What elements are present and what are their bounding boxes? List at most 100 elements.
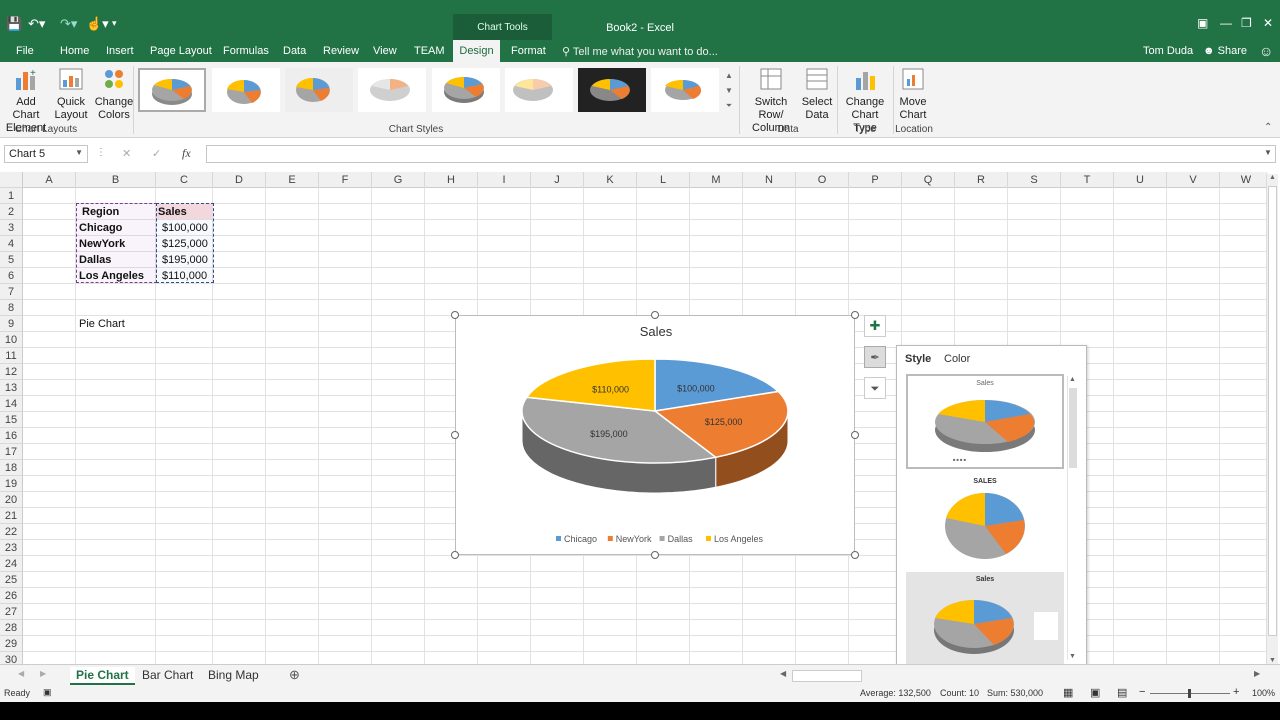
row-header-22[interactable]: 22 <box>0 524 23 540</box>
tab-format[interactable]: Format <box>511 45 546 57</box>
scroll-thumb[interactable] <box>1069 388 1077 468</box>
tab-formulas[interactable]: Formulas <box>223 45 269 57</box>
column-header-f[interactable]: F <box>319 172 372 188</box>
row-header-20[interactable]: 20 <box>0 492 23 508</box>
select-data-button[interactable]: Select Data <box>801 66 833 122</box>
panel-tab-color[interactable]: Color <box>944 353 970 365</box>
cancel-icon[interactable]: ✕ <box>122 147 131 160</box>
chart-style-4[interactable] <box>358 68 426 112</box>
legend-entry-los-angeles[interactable]: Los Angeles <box>714 534 764 544</box>
data-label-dallas[interactable]: $195,000 <box>590 429 628 439</box>
zoom-in-icon[interactable]: + <box>1233 686 1239 698</box>
chart-elements-button[interactable]: ✚ <box>864 315 886 337</box>
quick-layout-button[interactable]: Quick Layout <box>52 66 90 122</box>
chart-style-6[interactable] <box>505 68 573 112</box>
data-label-newyork[interactable]: $125,000 <box>705 417 743 427</box>
chart-styles-button[interactable]: ✒ <box>864 346 886 368</box>
tab-design[interactable]: Design <box>453 40 500 62</box>
column-header-i[interactable]: I <box>478 172 531 188</box>
style-option-3[interactable]: Sales <box>906 572 1064 667</box>
row-header-10[interactable]: 10 <box>0 332 23 348</box>
scroll-right-icon[interactable]: ▶ <box>1254 669 1260 678</box>
scroll-down-icon[interactable]: ▼ <box>725 86 733 95</box>
page-break-view-icon[interactable]: ▤ <box>1117 686 1127 699</box>
resize-handle[interactable] <box>451 551 459 559</box>
column-header-m[interactable]: M <box>690 172 743 188</box>
row-header-8[interactable]: 8 <box>0 300 23 316</box>
formula-input[interactable] <box>206 145 1276 163</box>
panel-scrollbar[interactable]: ▲ ▼ <box>1067 376 1078 660</box>
column-header-o[interactable]: O <box>796 172 849 188</box>
redo-icon[interactable]: ↷▾ <box>60 16 77 32</box>
row-header-23[interactable]: 23 <box>0 540 23 556</box>
row-header-27[interactable]: 27 <box>0 604 23 620</box>
insert-function-icon[interactable]: fx <box>182 146 191 161</box>
normal-view-icon[interactable]: ▦ <box>1063 686 1073 699</box>
column-header-c[interactable]: C <box>156 172 213 188</box>
scroll-up-icon[interactable]: ▲ <box>1069 376 1076 383</box>
row-header-18[interactable]: 18 <box>0 460 23 476</box>
row-header-25[interactable]: 25 <box>0 572 23 588</box>
zoom-slider-thumb[interactable] <box>1188 689 1191 698</box>
scroll-up-icon[interactable]: ▲ <box>1269 174 1276 181</box>
data-label-los-angeles[interactable]: $110,000 <box>592 384 629 394</box>
resize-handle[interactable] <box>851 431 859 439</box>
page-layout-view-icon[interactable]: ▣ <box>1090 686 1100 699</box>
cell-c4[interactable]: $125,000 <box>162 236 208 252</box>
add-sheet-icon[interactable]: ⊕ <box>289 667 300 683</box>
tab-file[interactable]: File <box>16 45 34 57</box>
tab-data[interactable]: Data <box>283 45 306 57</box>
chevron-down-icon[interactable]: ▼ <box>75 148 83 157</box>
resize-handle[interactable] <box>651 311 659 319</box>
save-icon[interactable]: 💾 <box>6 16 22 32</box>
cell-b6[interactable]: Los Angeles <box>79 268 144 284</box>
cell-c6[interactable]: $110,000 <box>162 268 207 284</box>
row-header-16[interactable]: 16 <box>0 428 23 444</box>
enter-icon[interactable]: ✓ <box>152 147 161 160</box>
scroll-left-icon[interactable]: ◀ <box>780 669 786 678</box>
expand-formula-icon[interactable]: ▼ <box>1264 148 1272 157</box>
tab-view[interactable]: View <box>373 45 397 57</box>
user-name[interactable]: Tom Duda <box>1143 45 1193 57</box>
cell-b9[interactable]: Pie Chart <box>79 316 125 332</box>
scroll-thumb[interactable] <box>1268 186 1277 636</box>
legend-entry-dallas[interactable]: Dallas <box>668 534 694 544</box>
row-header-11[interactable]: 11 <box>0 348 23 364</box>
column-header-j[interactable]: J <box>531 172 584 188</box>
resize-handle[interactable] <box>451 431 459 439</box>
feedback-icon[interactable]: ☺ <box>1259 43 1273 59</box>
resize-handle[interactable] <box>451 311 459 319</box>
column-header-v[interactable]: V <box>1167 172 1220 188</box>
close-icon[interactable]: ✕ <box>1263 16 1273 30</box>
row-header-21[interactable]: 21 <box>0 508 23 524</box>
row-header-15[interactable]: 15 <box>0 412 23 428</box>
row-header-1[interactable]: 1 <box>0 188 23 204</box>
horizontal-scroll-thumb[interactable] <box>792 670 862 682</box>
column-header-k[interactable]: K <box>584 172 637 188</box>
chart-styles-scroll[interactable]: ▲ ▼ ⏷ <box>723 68 735 116</box>
tab-home[interactable]: Home <box>60 45 89 57</box>
cell-c3[interactable]: $100,000 <box>162 220 208 236</box>
sheet-tab-pie-chart[interactable]: Pie Chart <box>70 667 135 685</box>
row-header-2[interactable]: 2 <box>0 204 23 220</box>
legend-entry-chicago[interactable]: Chicago <box>564 534 597 544</box>
sheet-tab-bing-map[interactable]: Bing Map <box>202 667 265 685</box>
row-header-12[interactable]: 12 <box>0 364 23 380</box>
panel-tab-style[interactable]: Style <box>905 353 931 365</box>
chart-style-1[interactable] <box>138 68 206 112</box>
column-header-d[interactable]: D <box>213 172 266 188</box>
tell-me-search[interactable]: ⚲ Tell me what you want to do... <box>562 45 718 58</box>
restore-icon[interactable]: ❐ <box>1241 16 1252 30</box>
tab-insert[interactable]: Insert <box>106 45 134 57</box>
chart-style-2[interactable] <box>212 68 280 112</box>
scroll-down-icon[interactable]: ▼ <box>1269 657 1276 664</box>
chart-style-5[interactable] <box>432 68 500 112</box>
cell-b2[interactable]: Region <box>82 204 119 220</box>
chart-style-3[interactable] <box>285 68 353 112</box>
row-header-19[interactable]: 19 <box>0 476 23 492</box>
row-header-13[interactable]: 13 <box>0 380 23 396</box>
name-box[interactable]: Chart 5 ▼ <box>4 145 88 163</box>
more-styles-icon[interactable]: ⏷ <box>726 101 732 110</box>
row-header-29[interactable]: 29 <box>0 636 23 652</box>
cell-b4[interactable]: NewYork <box>79 236 125 252</box>
